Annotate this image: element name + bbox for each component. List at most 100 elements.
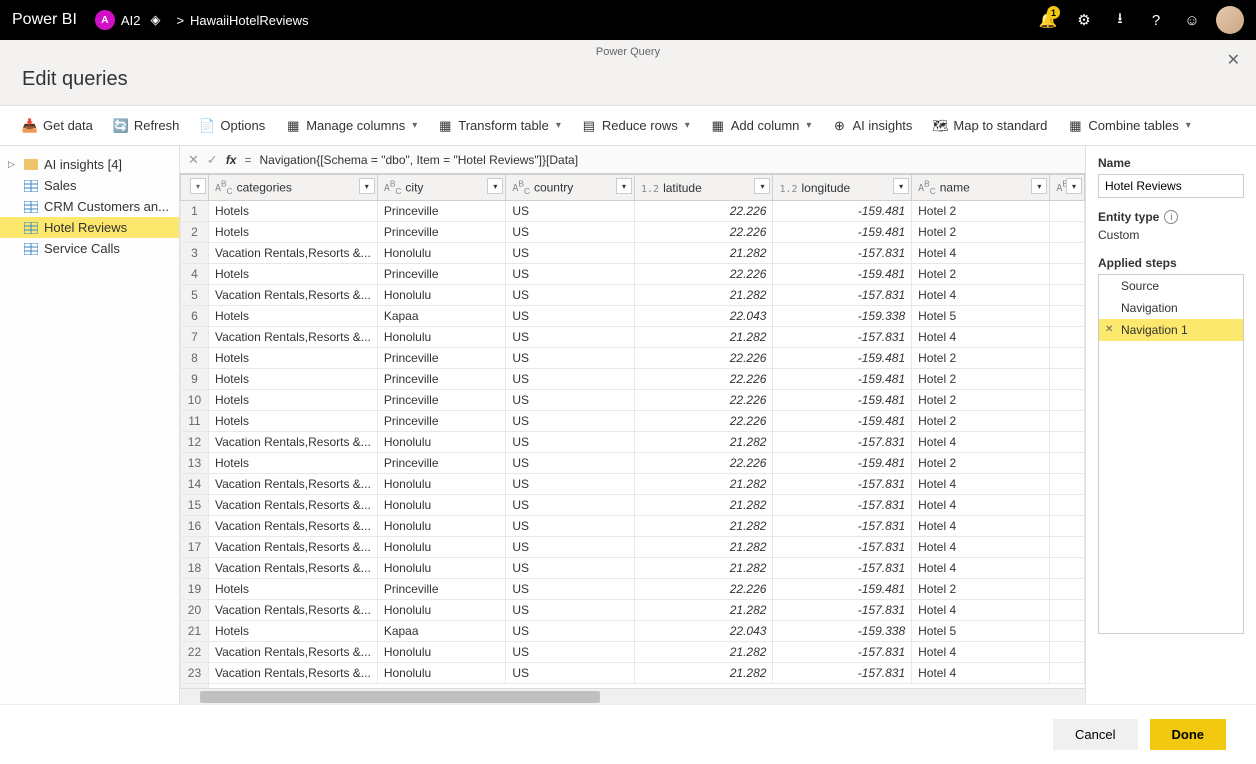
workspace-badge[interactable]: A <box>95 10 115 30</box>
cell[interactable]: Hotel 4 <box>912 642 1050 663</box>
cell[interactable] <box>1050 663 1085 684</box>
fx-icon[interactable]: fx <box>226 153 237 167</box>
cell[interactable]: US <box>506 600 635 621</box>
table-row[interactable]: 12Vacation Rentals,Resorts &...HonoluluU… <box>181 432 1085 453</box>
settings-gear-icon[interactable]: ⚙ <box>1066 0 1102 40</box>
cell[interactable]: 21.282 <box>635 516 773 537</box>
combine-tables-button[interactable]: ▦Combine tables▾ <box>1059 114 1198 138</box>
table-row[interactable]: 17Vacation Rentals,Resorts &...HonoluluU… <box>181 537 1085 558</box>
cell[interactable]: -157.831 <box>773 432 912 453</box>
cell[interactable]: Hotels <box>208 453 377 474</box>
cell[interactable]: Hotel 4 <box>912 537 1050 558</box>
cell[interactable]: Hotel 2 <box>912 579 1050 600</box>
cell[interactable]: 21.282 <box>635 537 773 558</box>
cell[interactable]: -157.831 <box>773 600 912 621</box>
cell[interactable]: US <box>506 243 635 264</box>
column-filter-icon[interactable]: ▾ <box>616 178 632 194</box>
cell[interactable]: Hotel 4 <box>912 516 1050 537</box>
cell[interactable]: Hotel 2 <box>912 390 1050 411</box>
cell[interactable]: Vacation Rentals,Resorts &... <box>208 642 377 663</box>
table-row[interactable]: 4HotelsPrincevilleUS22.226-159.481Hotel … <box>181 264 1085 285</box>
table-row[interactable]: 19HotelsPrincevilleUS22.226-159.481Hotel… <box>181 579 1085 600</box>
cell[interactable]: Vacation Rentals,Resorts &... <box>208 327 377 348</box>
cell[interactable]: US <box>506 558 635 579</box>
cell[interactable]: -159.481 <box>773 222 912 243</box>
cell[interactable]: Hotels <box>208 201 377 222</box>
table-row[interactable]: 11HotelsPrincevilleUS22.226-159.481Hotel… <box>181 411 1085 432</box>
cell[interactable]: 22.226 <box>635 201 773 222</box>
cell[interactable]: -157.831 <box>773 243 912 264</box>
cell[interactable] <box>1050 327 1085 348</box>
cell[interactable]: -157.831 <box>773 537 912 558</box>
table-row[interactable]: 20Vacation Rentals,Resorts &...HonoluluU… <box>181 600 1085 621</box>
cell[interactable]: -157.831 <box>773 474 912 495</box>
query-item[interactable]: Service Calls <box>0 238 179 259</box>
cell[interactable] <box>1050 642 1085 663</box>
column-filter-icon[interactable]: ▾ <box>893 178 909 194</box>
cell[interactable]: 21.282 <box>635 600 773 621</box>
options-button[interactable]: 📄Options <box>191 114 273 138</box>
cell[interactable]: 21.282 <box>635 285 773 306</box>
table-row[interactable]: 3Vacation Rentals,Resorts &...HonoluluUS… <box>181 243 1085 264</box>
cell[interactable]: US <box>506 369 635 390</box>
cell[interactable]: Vacation Rentals,Resorts &... <box>208 474 377 495</box>
cell[interactable]: Hotels <box>208 369 377 390</box>
cell[interactable]: Princeville <box>377 390 506 411</box>
cell[interactable]: Princeville <box>377 411 506 432</box>
cell[interactable] <box>1050 201 1085 222</box>
applied-step[interactable]: Source <box>1099 275 1243 297</box>
cell[interactable]: -157.831 <box>773 663 912 684</box>
cell[interactable]: -159.481 <box>773 453 912 474</box>
cell[interactable] <box>1050 264 1085 285</box>
table-row[interactable]: 2HotelsPrincevilleUS22.226-159.481Hotel … <box>181 222 1085 243</box>
table-row[interactable]: 1HotelsPrincevilleUS22.226-159.481Hotel … <box>181 201 1085 222</box>
cell[interactable]: Honolulu <box>377 474 506 495</box>
cell[interactable]: Princeville <box>377 201 506 222</box>
cell[interactable]: Hotel 2 <box>912 348 1050 369</box>
help-icon[interactable]: ? <box>1138 0 1174 40</box>
info-icon[interactable]: i <box>1164 210 1178 224</box>
cell[interactable]: -159.481 <box>773 411 912 432</box>
cell[interactable]: Hotels <box>208 390 377 411</box>
table-menu-icon[interactable]: ▾ <box>190 178 206 194</box>
cell[interactable]: Hotel 4 <box>912 243 1050 264</box>
table-row[interactable]: 8HotelsPrincevilleUS22.226-159.481Hotel … <box>181 348 1085 369</box>
cell[interactable]: 22.226 <box>635 264 773 285</box>
cell[interactable]: Vacation Rentals,Resorts &... <box>208 243 377 264</box>
formula-text[interactable]: Navigation{[Schema = "dbo", Item = "Hote… <box>260 153 1078 167</box>
formula-cancel-icon[interactable]: ✕ <box>188 152 199 168</box>
cell[interactable]: -157.831 <box>773 285 912 306</box>
cell[interactable]: -159.481 <box>773 348 912 369</box>
cell[interactable]: US <box>506 663 635 684</box>
cell[interactable]: -159.338 <box>773 621 912 642</box>
column-filter-icon[interactable]: ▾ <box>754 178 770 194</box>
column-header[interactable]: 1.2latitude▾ <box>635 175 773 201</box>
cell[interactable]: 21.282 <box>635 327 773 348</box>
column-header[interactable]: ABCname▾ <box>912 175 1050 201</box>
cell[interactable]: Hotels <box>208 621 377 642</box>
cell[interactable]: Honolulu <box>377 558 506 579</box>
expand-arrow-icon[interactable]: ▷ <box>8 159 18 170</box>
cell[interactable]: Honolulu <box>377 600 506 621</box>
cell[interactable] <box>1050 474 1085 495</box>
data-grid[interactable]: ▾ABCcategories▾ABCcity▾ABCcountry▾1.2lat… <box>180 174 1085 688</box>
cell[interactable]: Honolulu <box>377 642 506 663</box>
cell[interactable]: Hotels <box>208 222 377 243</box>
cell[interactable]: Hotel 2 <box>912 264 1050 285</box>
cell[interactable]: Honolulu <box>377 243 506 264</box>
table-row[interactable]: 18Vacation Rentals,Resorts &...HonoluluU… <box>181 558 1085 579</box>
cell[interactable]: Hotel 2 <box>912 453 1050 474</box>
cell[interactable]: Honolulu <box>377 495 506 516</box>
cell[interactable]: US <box>506 453 635 474</box>
cell[interactable]: 22.226 <box>635 453 773 474</box>
cell[interactable]: Vacation Rentals,Resorts &... <box>208 558 377 579</box>
cell[interactable]: Hotel 4 <box>912 600 1050 621</box>
cell[interactable]: Honolulu <box>377 285 506 306</box>
cell[interactable] <box>1050 306 1085 327</box>
column-filter-icon[interactable]: ▾ <box>487 178 503 194</box>
table-row[interactable]: 5Vacation Rentals,Resorts &...HonoluluUS… <box>181 285 1085 306</box>
cell[interactable]: 22.226 <box>635 411 773 432</box>
get-data-button[interactable]: 📥Get data <box>14 114 101 138</box>
cell[interactable] <box>1050 537 1085 558</box>
cell[interactable] <box>1050 285 1085 306</box>
